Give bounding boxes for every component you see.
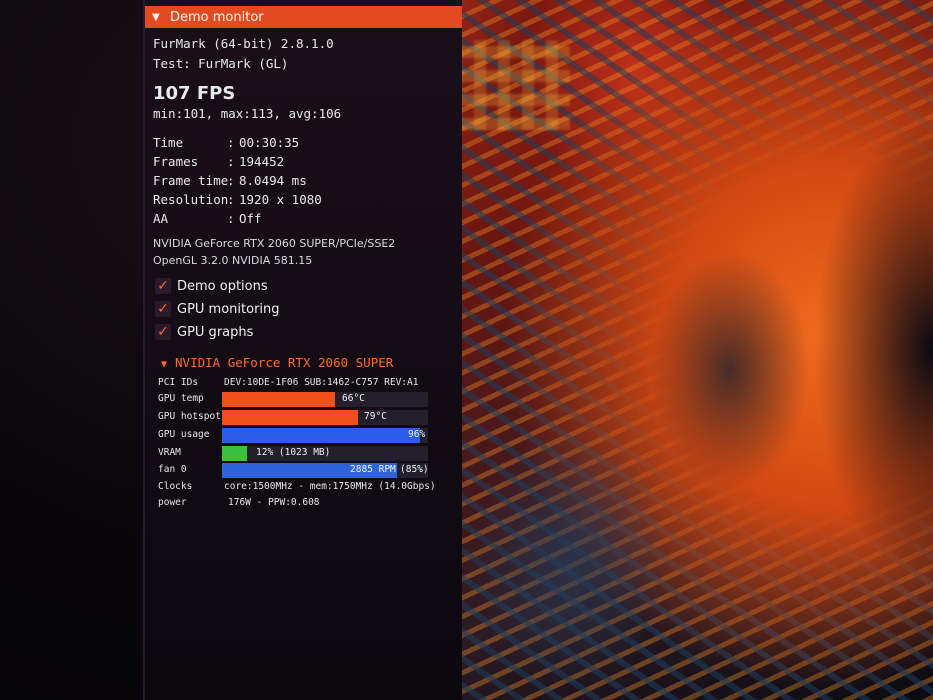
demo-monitor-titlebar[interactable]: ▼ Demo monitor xyxy=(145,6,462,28)
gpu-hotspot-bar-fill xyxy=(222,410,358,425)
app-version: FurMark (64-bit) 2.8.1.0 xyxy=(153,36,334,51)
vram-bar-fill xyxy=(222,446,247,461)
info-key: Resolution xyxy=(153,192,229,207)
checkbox-checked-icon[interactable]: ✓ xyxy=(155,324,171,340)
info-row-resolution: Resolution: 1920 x 1080 xyxy=(153,192,322,207)
gpu-usage-bar: 96% xyxy=(222,428,428,443)
renderer-opengl: OpenGL 3.2.0 NVIDIA 581.15 xyxy=(153,254,313,267)
renderer-gpu: NVIDIA GeForce RTX 2060 SUPER/PCIe/SSE2 xyxy=(153,237,396,250)
stat-label: VRAM xyxy=(158,447,181,458)
gpu-usage-bar-fill xyxy=(222,428,420,443)
gpu-temp-value: 66°C xyxy=(342,393,365,404)
stat-label: GPU temp xyxy=(158,393,204,404)
clocks-value: core:1500MHz - mem:1750MHz (14.0Gbps) xyxy=(224,481,436,492)
checkbox-checked-icon[interactable]: ✓ xyxy=(155,278,171,294)
info-row-frames: Frames:194452 xyxy=(153,154,285,169)
info-value: 194452 xyxy=(239,154,285,169)
gpu-hotspot-value: 79°C xyxy=(364,411,387,422)
info-row-time: Time:00:30:35 xyxy=(153,135,300,150)
stat-label: power xyxy=(158,497,187,508)
checkbox-checked-icon[interactable]: ✓ xyxy=(155,301,171,317)
gpu-name: NVIDIA GeForce RTX 2060 SUPER xyxy=(175,355,394,370)
info-value: 00:30:35 xyxy=(239,135,300,150)
info-value: 8.0494 ms xyxy=(239,173,307,188)
gpu-hotspot-bar: 79°C xyxy=(222,410,428,425)
vram-bar: 12% (1023 MB) xyxy=(222,446,428,461)
scene-fur-shadow xyxy=(650,250,810,490)
option-gpu-monitoring[interactable]: ✓ GPU monitoring xyxy=(155,301,280,317)
pci-ids-value: DEV:10DE-1F06 SUB:1462-C757 REV:A1 xyxy=(224,377,419,388)
option-label: GPU graphs xyxy=(177,324,254,340)
gpu-temp-bar: 66°C xyxy=(222,392,428,407)
test-name: Test: FurMark (GL) xyxy=(153,56,289,71)
info-row-aa: AA: Off xyxy=(153,211,262,226)
fps-value: 107 FPS xyxy=(153,83,236,104)
gpu-temp-bar-fill xyxy=(222,392,336,407)
power-value: 176W - PPW:0.608 xyxy=(228,497,320,508)
option-gpu-graphs[interactable]: ✓ GPU graphs xyxy=(155,324,253,340)
vram-value: 12% (1023 MB) xyxy=(256,447,331,458)
stat-label: GPU hotspot xyxy=(158,411,221,422)
info-value: Off xyxy=(239,211,262,226)
info-key: Frames xyxy=(153,154,199,169)
stat-label: Clocks xyxy=(158,481,193,492)
screen: ▼ Demo monitor FurMark (64-bit) 2.8.1.0 … xyxy=(0,0,933,700)
info-key: Frame time xyxy=(153,173,229,188)
fps-stats: min:101, max:113, avg:106 xyxy=(153,106,342,121)
collapse-arrow-icon[interactable]: ▼ xyxy=(161,359,167,370)
gpu-section-header[interactable]: ▼ NVIDIA GeForce RTX 2060 SUPER xyxy=(161,355,393,370)
window-title: Demo monitor xyxy=(170,9,264,25)
fan-percent-value: (85%) xyxy=(400,464,429,475)
scene-fur-shadow xyxy=(470,430,670,690)
info-key: Time xyxy=(153,135,184,150)
stat-label: fan 0 xyxy=(158,464,187,475)
collapse-arrow-icon[interactable]: ▼ xyxy=(152,12,166,23)
stat-label: PCI IDs xyxy=(158,377,199,388)
scene-pixel-pattern xyxy=(450,40,570,130)
demo-monitor-panel: ▼ Demo monitor FurMark (64-bit) 2.8.1.0 … xyxy=(143,0,462,700)
option-label: GPU monitoring xyxy=(177,301,280,317)
fan-rpm-value: 2885 RPM xyxy=(350,464,396,475)
fan-bar: 2885 RPM (85%) xyxy=(222,463,429,478)
info-value: 1920 x 1080 xyxy=(239,192,322,207)
stat-label: GPU usage xyxy=(158,429,210,440)
gpu-usage-value: 96% xyxy=(408,429,426,440)
furmark-render-scene xyxy=(440,0,933,700)
info-key: AA xyxy=(153,211,169,226)
option-demo-options[interactable]: ✓ Demo options xyxy=(155,278,268,294)
option-label: Demo options xyxy=(177,278,268,294)
info-row-frame-time: Frame time: 8.0494 ms xyxy=(153,173,307,188)
